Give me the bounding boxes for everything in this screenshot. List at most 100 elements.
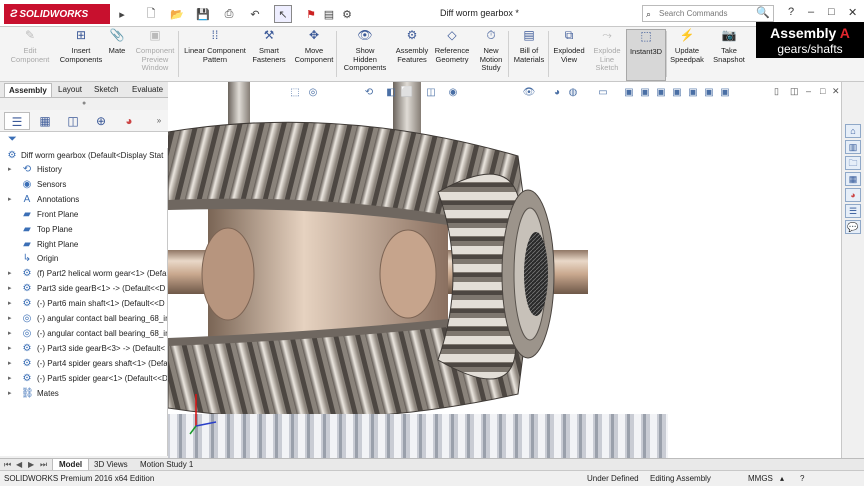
feature-manager-tab-icon[interactable]: ☰ — [4, 112, 30, 130]
standard-view-icon[interactable]: ▣ — [638, 86, 652, 100]
update-speedpak-button[interactable]: ⚡ Update Speedpak — [668, 29, 706, 81]
configuration-manager-tab-icon[interactable]: ◫ — [60, 112, 86, 130]
expand-arrow-icon[interactable]: ▸ — [8, 282, 16, 296]
expand-arrow-icon[interactable]: ▸ — [8, 193, 16, 207]
cm-tab-layout[interactable]: Layout — [54, 83, 86, 97]
insert-components-button[interactable]: ⊞ Insert Components — [58, 29, 104, 81]
search-icon[interactable]: 🔍 — [756, 6, 770, 19]
take-snapshot-button[interactable]: 📷 Take Snapshot — [710, 29, 748, 81]
tree-item[interactable]: ▸ ◎ (-) angular contact ball bearing_68_in — [0, 327, 167, 341]
standard-view-icon[interactable]: ▣ — [670, 86, 684, 100]
tree-item[interactable]: ↳ Origin — [0, 252, 167, 266]
tabs-divider-handle[interactable]: ● — [82, 100, 86, 107]
save-icon[interactable]: 💾 — [194, 5, 212, 23]
zoom-area-icon[interactable]: ◎ — [306, 86, 320, 100]
explode-line-sketch-button[interactable]: ⤳ Explode Line Sketch — [590, 29, 624, 81]
new-document-icon[interactable]: 🗋 — [142, 5, 160, 23]
tree-item[interactable]: ▸ ⚙ (-) Part6 main shaft<1> (Default<<D — [0, 297, 167, 311]
maximize-icon[interactable]: □ — [828, 6, 835, 18]
move-component-button[interactable]: ✥ Move Component — [290, 29, 338, 81]
file-explorer-icon[interactable]: 🗀 — [845, 156, 861, 170]
new-motion-study-button[interactable]: ⏱ New Motion Study — [474, 29, 508, 81]
rebuild-icon[interactable]: ⚑ — [302, 5, 320, 23]
viewport-tile-icon[interactable]: ◫ — [790, 86, 799, 97]
status-units[interactable]: MMGS — [748, 471, 773, 486]
select-icon[interactable]: ↖ — [274, 5, 292, 23]
menu-arrow-icon[interactable]: ▸ — [113, 5, 131, 23]
tree-item[interactable]: ▸ ⚙ (-) Part4 spider gears shaft<1> (Defa — [0, 357, 167, 371]
display-manager-tab-icon[interactable]: ◕ — [116, 112, 142, 130]
exploded-view-button[interactable]: ⧉ Exploded View — [550, 29, 588, 81]
smart-fasteners-button[interactable]: ⚒ Smart Fasteners — [250, 29, 288, 81]
custom-properties-icon[interactable]: ☰ — [845, 204, 861, 218]
expand-arrow-icon[interactable]: ▸ — [8, 163, 16, 177]
home-icon[interactable]: ⌂ — [845, 124, 861, 138]
reference-geometry-button[interactable]: ◇ Reference Geometry — [432, 29, 472, 81]
viewport-maximize-icon[interactable]: □ — [820, 86, 825, 96]
standard-view-icon[interactable]: ▣ — [702, 86, 716, 100]
standard-view-icon[interactable]: ▣ — [654, 86, 668, 100]
file-properties-icon[interactable]: ▤ — [320, 5, 338, 23]
tree-item[interactable]: ▰ Top Plane — [0, 223, 167, 237]
units-dropdown-icon[interactable]: ▴ — [780, 471, 784, 486]
tree-item[interactable]: ▸ ⚙ (-) Part5 spider gear<1> (Default<<D — [0, 372, 167, 386]
expand-arrow-icon[interactable]: ▸ — [8, 387, 16, 401]
tree-item[interactable]: ▸ ⚙ Part3 side gearB<1> -> (Default<<D — [0, 282, 167, 296]
tree-item[interactable]: ▰ Front Plane — [0, 208, 167, 222]
minimize-icon[interactable]: – — [808, 6, 814, 18]
cm-tab-evaluate[interactable]: Evaluate — [128, 83, 167, 97]
view-palette-icon[interactable]: ▦ — [845, 172, 861, 186]
expand-arrow-icon[interactable]: ▸ — [8, 372, 16, 386]
cm-tab-assembly[interactable]: Assembly — [4, 83, 52, 97]
expand-arrow-icon[interactable]: ▸ — [8, 267, 16, 281]
tree-item[interactable]: ▸ ⟲ History — [0, 163, 167, 177]
tree-root[interactable]: ⚙ Diff worm gearbox (Default<Display Sta… — [0, 149, 167, 163]
previous-view-icon[interactable]: ⟲ — [362, 86, 376, 100]
tree-item[interactable]: ▸ ◎ (-) angular contact ball bearing_68_in — [0, 312, 167, 326]
viewport-close-icon[interactable]: ✕ — [832, 86, 840, 97]
tree-item[interactable]: ▸ ⛓ Mates — [0, 387, 167, 401]
tree-item[interactable]: ▸ ⚙ (-) Part3 side gearB<3> -> (Default< — [0, 342, 167, 356]
expand-arrow-icon[interactable]: ▸ — [8, 342, 16, 356]
print-icon[interactable]: ⎙ — [220, 5, 238, 23]
expand-arrow-icon[interactable]: ▸ — [8, 357, 16, 371]
edit-appearance-icon[interactable]: ◕ — [550, 86, 564, 100]
edit-component-button[interactable]: ✎ Edit Component — [2, 29, 58, 81]
view-orientation-icon[interactable]: ◫ — [424, 86, 438, 100]
tree-item[interactable]: ▸ ⚙ (f) Part2 helical worm gear<1> (Defa — [0, 267, 167, 281]
forum-icon[interactable]: 💬 — [845, 220, 861, 234]
apply-scene-icon[interactable]: ◍ — [566, 86, 580, 100]
standard-view-icon[interactable]: ▣ — [718, 86, 732, 100]
standard-view-icon[interactable]: ▣ — [686, 86, 700, 100]
close-icon[interactable]: ✕ — [848, 6, 857, 19]
expand-arrow-icon[interactable]: ▸ — [8, 327, 16, 341]
search-input[interactable]: ⌕ Search Commands — [642, 5, 774, 22]
dimxpert-tab-icon[interactable]: ⊕ — [88, 112, 114, 130]
tree-item[interactable]: ▰ Right Plane — [0, 238, 167, 252]
app-logo[interactable]: Ƨ SOLIDWORKS — [4, 4, 110, 24]
help-button[interactable]: ? — [788, 6, 794, 18]
tree-item[interactable]: ◉ Sensors — [0, 178, 167, 192]
dynamic-annotation-icon[interactable]: ⬜ — [400, 86, 414, 100]
property-manager-tab-icon[interactable]: ▦ — [32, 112, 58, 130]
filter-icon[interactable]: ⏷ — [8, 133, 17, 146]
tree-item[interactable]: ▸ A Annotations — [0, 193, 167, 207]
graphics-area[interactable] — [168, 82, 841, 458]
display-style-icon[interactable]: ◉ — [446, 86, 460, 100]
assembly-features-button[interactable]: ⚙ Assembly Features — [392, 29, 432, 81]
options-gear-icon[interactable]: ⚙ — [338, 5, 356, 23]
viewport-minimize-icon[interactable]: – — [806, 86, 811, 96]
show-hidden-button[interactable]: 👁 Show Hidden Components — [340, 29, 390, 81]
undo-icon[interactable]: ↶ — [246, 5, 264, 23]
viewport-restore-icon[interactable]: ▯ — [774, 86, 779, 97]
mate-button[interactable]: 📎 Mate — [106, 29, 128, 81]
hide-show-icon[interactable]: 👁 — [522, 86, 536, 100]
zoom-fit-icon[interactable]: ⬚ — [288, 86, 302, 100]
status-help-icon[interactable]: ? — [800, 471, 804, 486]
instant3d-button[interactable]: ⬚ Instant3D — [626, 29, 666, 81]
design-library-icon[interactable]: ▥ — [845, 140, 861, 154]
section-view-icon[interactable]: ◧ — [384, 86, 398, 100]
view-settings-icon[interactable]: ▭ — [596, 86, 610, 100]
expand-arrow-icon[interactable]: ▸ — [8, 312, 16, 326]
standard-view-icon[interactable]: ▣ — [622, 86, 636, 100]
